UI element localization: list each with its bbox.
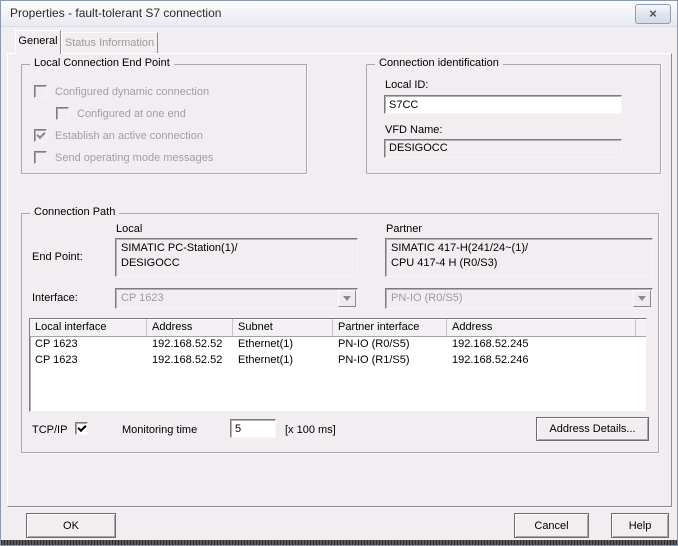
monitoring-time-input[interactable] (230, 419, 276, 438)
header-partner-interface[interactable]: Partner interface (333, 319, 447, 336)
configured-at-one-end-row: Configured at one end (56, 107, 186, 120)
tcp-ip-checkbox[interactable] (75, 422, 88, 435)
cell-partner-address: 192.168.52.246 (447, 353, 636, 369)
partner-column-label: Partner (386, 223, 422, 235)
local-id-label: Local ID: (385, 79, 428, 91)
header-address[interactable]: Address (147, 319, 233, 336)
header-address-2[interactable]: Address (447, 319, 636, 336)
window-bottom-edge (1, 540, 677, 545)
connection-identification-group: Connection identification Local ID: VFD … (366, 64, 661, 174)
establish-active-connection-row: Establish an active connection (34, 129, 203, 142)
local-connection-end-point-group: Local Connection End Point Configured dy… (21, 64, 307, 174)
local-connection-end-point-title: Local Connection End Point (30, 57, 174, 69)
monitoring-time-unit-label: [x 100 ms] (285, 424, 336, 436)
connection-path-group: Connection Path Local Partner End Point:… (21, 213, 659, 453)
table-row[interactable]: CP 1623 192.168.52.52 Ethernet(1) PN-IO … (30, 353, 646, 369)
cell-subnet: Ethernet(1) (233, 353, 333, 369)
interface-label: Interface: (32, 292, 78, 304)
configured-at-one-end-label: Configured at one end (77, 108, 186, 120)
end-point-label: End Point: (32, 251, 83, 263)
interface-table: Local interface Address Subnet Partner i… (29, 318, 647, 412)
tab-status-information-label: Status Information (65, 37, 154, 49)
interface-partner-combo: PN-IO (R0/S5) (385, 288, 653, 309)
cancel-button[interactable]: Cancel (514, 513, 589, 538)
address-details-button[interactable]: Address Details... (536, 417, 649, 441)
cell-partner-address: 192.168.52.245 (447, 337, 636, 353)
window-title: Properties - fault-tolerant S7 connectio… (10, 6, 221, 20)
ok-button[interactable]: OK (26, 513, 116, 538)
tab-general-label: General (18, 35, 57, 47)
cell-local-interface: CP 1623 (30, 337, 147, 353)
close-button[interactable]: × (635, 4, 671, 24)
local-column-label: Local (116, 223, 142, 235)
cell-local-interface: CP 1623 (30, 353, 147, 369)
tab-general[interactable]: General (15, 30, 61, 54)
monitoring-time-label: Monitoring time (122, 424, 197, 436)
interface-local-dropdown-arrow-icon (338, 290, 356, 307)
send-operating-mode-messages-label: Send operating mode messages (55, 152, 213, 164)
interface-partner-value: PN-IO (R0/S5) (391, 292, 463, 304)
cell-address: 192.168.52.52 (147, 353, 233, 369)
interface-table-header: Local interface Address Subnet Partner i… (30, 319, 646, 337)
configured-at-one-end-checkbox (56, 107, 69, 120)
vfd-name-label: VFD Name: (385, 124, 442, 136)
tcp-ip-label: TCP/IP (32, 424, 67, 436)
cell-address: 192.168.52.52 (147, 337, 233, 353)
interface-local-combo: CP 1623 (115, 288, 358, 309)
connection-identification-title: Connection identification (375, 57, 503, 69)
header-local-interface[interactable]: Local interface (30, 319, 147, 336)
cell-subnet: Ethernet(1) (233, 337, 333, 353)
cell-partner-interface: PN-IO (R0/S5) (333, 337, 447, 353)
interface-local-value: CP 1623 (121, 292, 164, 304)
configured-dynamic-connection-row: Configured dynamic connection (34, 85, 209, 98)
properties-dialog: Properties - fault-tolerant S7 connectio… (0, 0, 678, 546)
send-operating-mode-messages-checkbox (34, 151, 47, 164)
end-point-partner-field: SIMATIC 417-H(241/24~(1)/ CPU 417-4 H (R… (385, 238, 653, 277)
end-point-local-field: SIMATIC PC-Station(1)/ DESIGOCC (115, 238, 358, 277)
close-icon: × (649, 6, 657, 21)
header-filler (636, 319, 646, 336)
tab-status-information: Status Information (61, 32, 158, 54)
interface-partner-dropdown-arrow-icon (633, 290, 651, 307)
vfd-name-field: DESIGOCC (384, 139, 622, 158)
title-bar: Properties - fault-tolerant S7 connectio… (1, 1, 677, 27)
table-row[interactable]: CP 1623 192.168.52.52 Ethernet(1) PN-IO … (30, 337, 646, 353)
cell-partner-interface: PN-IO (R1/S5) (333, 353, 447, 369)
establish-active-connection-checkbox (34, 129, 47, 142)
configured-dynamic-connection-checkbox (34, 85, 47, 98)
connection-path-title: Connection Path (30, 206, 119, 218)
header-subnet[interactable]: Subnet (233, 319, 333, 336)
establish-active-connection-label: Establish an active connection (55, 130, 203, 142)
local-id-input[interactable] (384, 95, 622, 114)
send-operating-mode-messages-row: Send operating mode messages (34, 151, 213, 164)
help-button[interactable]: Help (611, 513, 669, 538)
configured-dynamic-connection-label: Configured dynamic connection (55, 86, 209, 98)
